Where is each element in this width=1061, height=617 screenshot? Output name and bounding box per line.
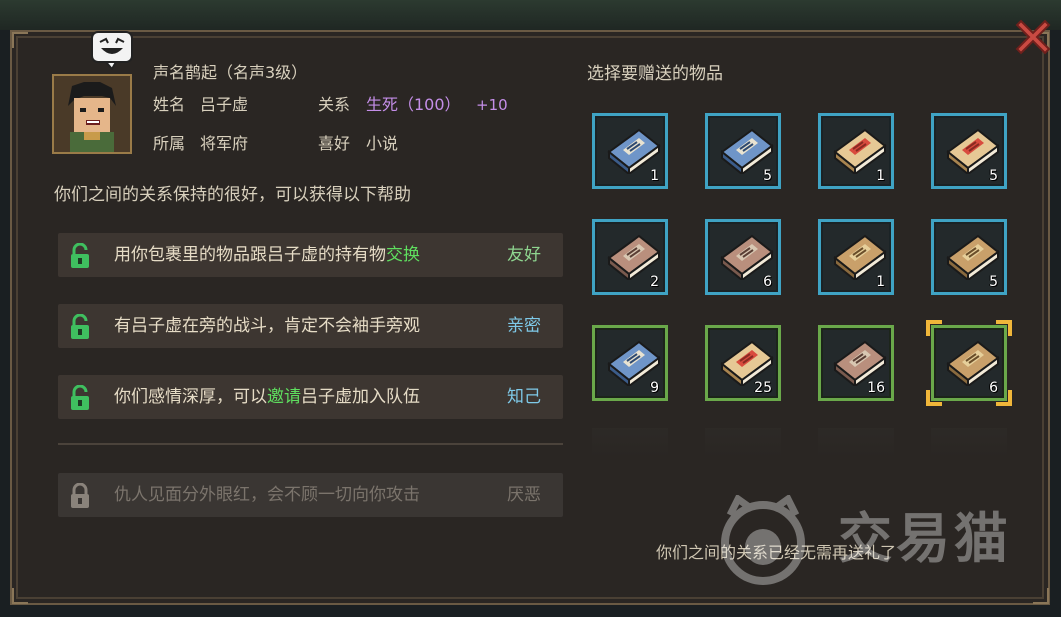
hobby-label: 喜好 xyxy=(318,134,351,153)
gift-item-slot[interactable]: 9 xyxy=(592,325,668,401)
faction-value: 将军府 xyxy=(200,134,249,153)
gift-item-slot[interactable]: 1 xyxy=(592,113,668,189)
brown-book-icon xyxy=(607,234,661,280)
empty-slot xyxy=(931,428,1007,458)
gift-item-slot[interactable]: 2 xyxy=(592,219,668,295)
gift-item-slot[interactable]: 16 xyxy=(818,325,894,401)
item-count: 1 xyxy=(876,274,885,290)
item-count: 9 xyxy=(650,380,659,396)
tan-book-icon xyxy=(833,234,887,280)
close-button[interactable] xyxy=(1012,16,1054,58)
gift-item-slot[interactable]: 25 xyxy=(705,325,781,401)
empty-slot xyxy=(705,428,781,458)
blue-book-icon xyxy=(607,340,661,386)
blue-book-icon xyxy=(607,128,661,174)
benefit-level: 厌恶 xyxy=(507,485,541,505)
character-name: 吕子虚 xyxy=(200,95,249,114)
watermark: 交易猫 xyxy=(708,493,1038,585)
red-book-icon xyxy=(833,128,887,174)
item-count: 1 xyxy=(650,168,659,184)
unlocked-icon xyxy=(71,385,89,410)
tan-book-icon xyxy=(946,234,1000,280)
benefit-text: 用你包裹里的物品跟吕子虚的持有物交换 xyxy=(114,245,420,265)
help-intro: 你们之间的关系保持的很好，可以获得以下帮助 xyxy=(54,185,411,205)
divider xyxy=(58,443,563,445)
close-icon xyxy=(1015,19,1051,55)
gift-item-slot[interactable]: 6 xyxy=(705,219,781,295)
locked-icon xyxy=(71,483,89,508)
relation-label: 关系 xyxy=(318,95,351,114)
empty-slot xyxy=(818,428,894,458)
benefit-row-combat: 有吕子虚在旁的战斗，肯定不会袖手旁观 亲密 xyxy=(58,304,563,348)
gift-item-slot[interactable]: 1 xyxy=(818,219,894,295)
item-count: 16 xyxy=(867,380,885,396)
trade-link[interactable]: 交换 xyxy=(386,245,420,265)
name-label: 姓名 xyxy=(153,95,186,114)
benefit-text: 仇人见面分外眼红，会不顾一切向你攻击 xyxy=(114,485,420,505)
gift-item-slot[interactable]: 5 xyxy=(931,113,1007,189)
empty-slot xyxy=(592,428,668,458)
relation-status: 生死（100） xyxy=(366,95,461,114)
faction-label: 所属 xyxy=(153,134,186,153)
item-count: 1 xyxy=(876,168,885,184)
watermark-text: 交易猫 xyxy=(838,507,1012,570)
item-count: 5 xyxy=(763,168,772,184)
reputation-title: 声名鹊起（名声3级） xyxy=(153,63,308,82)
benefit-level: 知己 xyxy=(507,387,541,407)
gift-item-slot[interactable]: 5 xyxy=(931,219,1007,295)
relation-bonus: +10 xyxy=(476,96,508,114)
selection-frame xyxy=(926,320,1012,406)
benefit-text: 你们感情深厚，可以邀请吕子虚加入队伍 xyxy=(114,387,420,407)
brown-book-icon xyxy=(833,340,887,386)
benefit-row-hostile: 仇人见面分外眼红，会不顾一切向你攻击 厌恶 xyxy=(58,473,563,517)
gift-item-slot[interactable]: 5 xyxy=(705,113,781,189)
frame-corner xyxy=(12,32,28,48)
benefit-text: 有吕子虚在旁的战斗，肯定不会袖手旁观 xyxy=(114,316,420,336)
gift-item-slot[interactable]: 1 xyxy=(818,113,894,189)
unlocked-icon xyxy=(71,243,89,268)
item-count: 5 xyxy=(989,168,998,184)
red-book-icon xyxy=(720,340,774,386)
benefit-level: 友好 xyxy=(507,245,541,265)
item-count: 2 xyxy=(650,274,659,290)
item-count: 6 xyxy=(763,274,772,290)
benefit-row-invite: 你们感情深厚，可以邀请吕子虚加入队伍 知己 xyxy=(58,375,563,419)
invite-link[interactable]: 邀请 xyxy=(267,387,301,407)
item-count: 25 xyxy=(754,380,772,396)
background-scene xyxy=(0,0,1061,30)
benefit-row-trade: 用你包裹里的物品跟吕子虚的持有物交换 友好 xyxy=(58,233,563,277)
benefit-level: 亲密 xyxy=(507,316,541,336)
unlocked-icon xyxy=(71,314,89,339)
item-count: 5 xyxy=(989,274,998,290)
mood-bubble-icon xyxy=(90,30,134,71)
blue-book-icon xyxy=(720,128,774,174)
character-portrait xyxy=(52,74,132,154)
hobby-value: 小说 xyxy=(366,134,399,153)
frame-corner xyxy=(12,588,28,604)
brown-book-icon xyxy=(720,234,774,280)
red-book-icon xyxy=(946,128,1000,174)
gift-title: 选择要赠送的物品 xyxy=(587,64,723,84)
frame-corner xyxy=(1033,588,1049,604)
